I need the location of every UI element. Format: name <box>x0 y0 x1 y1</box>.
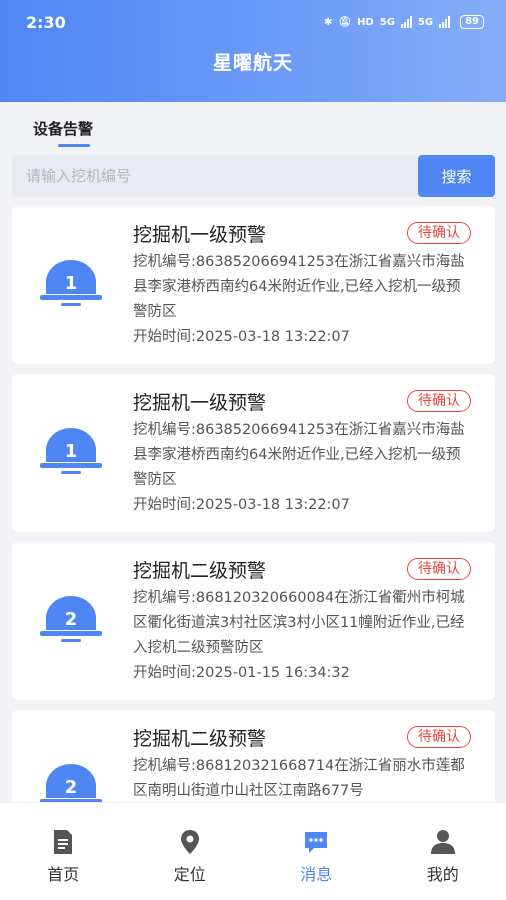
alert-detail: 挖机编号:868120320660084在浙江省衢州市柯城区衢化街道滨3村社区滨… <box>133 590 465 656</box>
alert-title: 挖掘机二级预警 <box>133 560 267 582</box>
nav-item-location[interactable]: 定位 <box>127 803 254 900</box>
network-label-2: 5G <box>417 16 434 28</box>
nav-label: 首页 <box>47 865 80 884</box>
alert-title: 挖掘机二级预警 <box>133 728 267 750</box>
alert-card[interactable]: 1 挖掘机一级预警 待确认 挖机编号:863852066941253在浙江省嘉兴… <box>12 206 495 364</box>
alert-detail: 挖机编号:863852066941253在浙江省嘉兴市海盐县李家港桥西南约64米… <box>133 254 465 320</box>
alert-title: 挖掘机一级预警 <box>133 224 267 246</box>
alert-start-time: 开始时间:2025-01-15 16:34:32 <box>133 665 350 681</box>
alert-card[interactable]: 1 挖掘机一级预警 待确认 挖机编号:863852066941253在浙江省嘉兴… <box>12 374 495 532</box>
nav-label: 消息 <box>300 865 333 884</box>
user-icon <box>430 830 455 854</box>
status-badge[interactable]: 待确认 <box>407 390 471 412</box>
status-bar: 2:30 ✱ 🔕︎ HD 5G 5G 89 <box>0 0 506 44</box>
alert-description: 挖机编号:863852066941253在浙江省嘉兴市海盐县李家港桥西南约64米… <box>133 418 473 518</box>
app-title: 星曜航天 <box>212 52 293 74</box>
bottom-nav: 首页 定位 消息 我的 <box>0 802 506 900</box>
alarm-light-icon: 1 <box>40 260 102 306</box>
search-bar: 搜索 <box>12 155 495 197</box>
alert-title: 挖掘机一级预警 <box>133 392 267 414</box>
search-input[interactable] <box>12 155 418 197</box>
nav-item-profile[interactable]: 我的 <box>380 803 506 900</box>
battery-icon: 89 <box>460 15 484 29</box>
bluetooth-icon: ✱ <box>323 16 333 28</box>
alerts-page: 设备告警 搜索 1 挖掘机一级预警 待确认 挖机编号:8638520669412… <box>0 102 506 802</box>
alert-level: 2 <box>65 609 78 630</box>
signal-icon <box>439 16 451 28</box>
signal-icon <box>400 16 412 28</box>
alert-card[interactable]: 2 挖掘机二级预警 待确认 挖机编号:868120321668714在浙江省丽水… <box>12 710 495 802</box>
alert-level: 2 <box>65 777 78 798</box>
alert-description: 挖机编号:868120320660084在浙江省衢州市柯城区衢化街道滨3村社区滨… <box>133 586 473 686</box>
alarm-light-icon: 2 <box>40 764 102 802</box>
alarm-light-icon: 1 <box>40 428 102 474</box>
alert-level: 1 <box>65 441 78 462</box>
alert-detail: 挖机编号:868120321668714在浙江省丽水市莲都区南明山街道巾山社区江… <box>133 758 465 799</box>
tab-indicator <box>58 144 90 147</box>
status-badge[interactable]: 待确认 <box>407 726 471 748</box>
app-header: 2:30 ✱ 🔕︎ HD 5G 5G 89 星曜航天 <box>0 0 506 102</box>
nav-label: 我的 <box>426 865 459 884</box>
alert-description: 挖机编号:863852066941253在浙江省嘉兴市海盐县李家港桥西南约64米… <box>133 250 473 350</box>
status-badge[interactable]: 待确认 <box>407 558 471 580</box>
alert-level: 1 <box>65 273 78 294</box>
alert-card[interactable]: 2 挖掘机二级预警 待确认 挖机编号:868120320660084在浙江省衢州… <box>12 542 495 700</box>
alert-detail: 挖机编号:863852066941253在浙江省嘉兴市海盐县李家港桥西南约64米… <box>133 422 465 488</box>
nav-item-home[interactable]: 首页 <box>0 803 127 900</box>
tab-device-alerts[interactable]: 设备告警 <box>33 118 93 139</box>
nav-label: 定位 <box>173 865 206 884</box>
tab-bar: 设备告警 <box>0 102 506 150</box>
status-icons: ✱ 🔕︎ HD 5G 5G 89 <box>324 15 484 29</box>
mute-bell-icon: 🔕︎ <box>338 16 352 28</box>
status-badge[interactable]: 待确认 <box>407 222 471 244</box>
message-icon <box>305 832 328 853</box>
alarm-light-icon: 2 <box>40 596 102 642</box>
network-label-1: 5G <box>379 16 395 28</box>
status-time: 2:30 <box>26 12 66 32</box>
alert-start-time: 开始时间:2025-03-18 13:22:07 <box>133 497 350 513</box>
nav-item-messages[interactable]: 消息 <box>253 803 380 900</box>
location-pin-icon <box>180 830 199 854</box>
search-button[interactable]: 搜索 <box>418 155 495 197</box>
hd-badge: HD <box>357 16 374 28</box>
document-icon <box>54 830 73 854</box>
alert-description: 挖机编号:868120321668714在浙江省丽水市莲都区南明山街道巾山社区江… <box>133 754 473 802</box>
alert-start-time: 开始时间:2025-03-18 13:22:07 <box>133 329 350 345</box>
